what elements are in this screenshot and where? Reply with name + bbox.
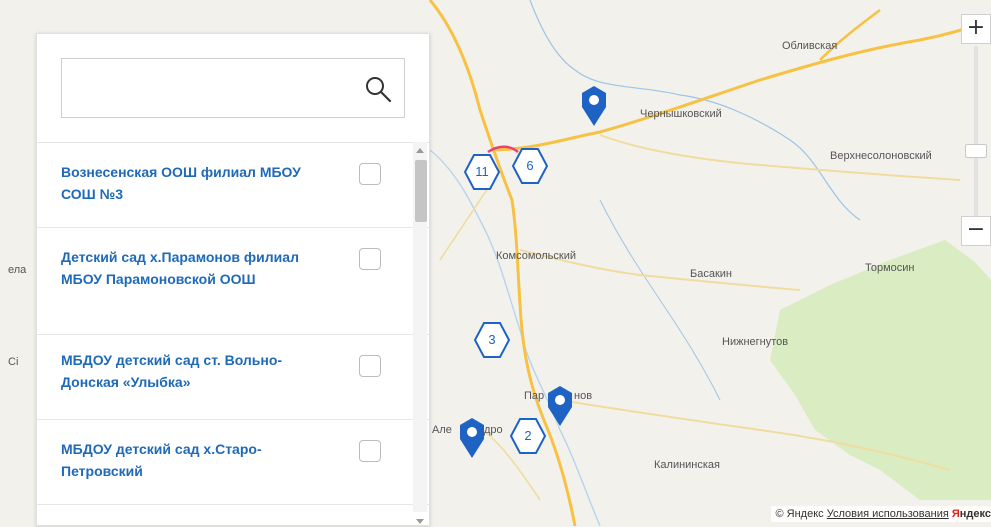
yandex-logo: Яндекс — [951, 508, 991, 520]
list-scrollbar[interactable] — [413, 142, 427, 524]
cluster-marker[interactable]: 3 — [472, 320, 512, 360]
place-label: Обливская — [782, 40, 838, 52]
list-item-title[interactable]: Детский сад х.Парамонов филиал МБОУ Пара… — [61, 246, 331, 290]
list-item[interactable]: МБДОУ детский сад ст. Вольно-Донская «Ул… — [37, 335, 429, 420]
object-list-panel: Вознесенская ООШ филиал МБОУ СОШ №3 Детс… — [36, 33, 430, 526]
zoom-in-button[interactable]: + — [961, 14, 991, 44]
list-item-checkbox[interactable] — [359, 440, 381, 462]
scrollbar-thumb[interactable] — [415, 160, 427, 222]
cluster-count: 11 — [475, 164, 489, 179]
map-pin-icon[interactable] — [580, 86, 608, 126]
cluster-count: 6 — [526, 158, 534, 173]
place-label: ела — [8, 264, 27, 276]
list-item-title[interactable]: МБДОУ детский сад ст. Вольно-Донская «Ул… — [61, 349, 331, 393]
list-item-checkbox[interactable] — [359, 248, 381, 270]
scroll-down-arrow-icon[interactable] — [416, 519, 424, 524]
terms-link[interactable]: Условия использования — [827, 508, 949, 520]
cluster-marker[interactable]: 2 — [508, 416, 548, 456]
place-label: Пар — [524, 390, 545, 402]
search-box — [61, 58, 405, 118]
zoom-track[interactable] — [974, 46, 978, 220]
list-item[interactable]: Вознесенская ООШ филиал МБОУ СОШ №3 — [37, 143, 429, 228]
place-label: дро — [484, 424, 503, 436]
place-label: Чернышковский — [640, 108, 722, 120]
place-label: Комсомольский — [496, 250, 577, 262]
cluster-marker[interactable]: 11 — [462, 152, 502, 192]
search-input[interactable] — [72, 69, 346, 109]
map-pin-icon[interactable] — [546, 386, 574, 426]
zoom-out-button[interactable]: − — [961, 216, 991, 246]
list-item-checkbox[interactable] — [359, 163, 381, 185]
cluster-marker[interactable]: 6 — [510, 146, 550, 186]
cluster-count: 3 — [488, 332, 496, 347]
map-pin-icon[interactable] — [458, 418, 486, 458]
list-item-checkbox[interactable] — [359, 355, 381, 377]
list-item-title[interactable]: Вознесенская ООШ филиал МБОУ СОШ №3 — [61, 161, 331, 205]
place-label: Басакин — [690, 268, 732, 280]
object-list[interactable]: Вознесенская ООШ филиал МБОУ СОШ №3 Детс… — [37, 142, 429, 527]
place-label: Тормосин — [865, 262, 915, 274]
list-item[interactable]: МБДОУ детский сад х.Старо-Петровский — [37, 420, 429, 505]
place-label: Верхнесолоновский — [830, 150, 932, 162]
place-label: Калининская — [654, 459, 721, 471]
zoom-control: + − — [961, 14, 991, 254]
map-copyright: © Яндекс Условия использования Яндекс — [771, 506, 991, 522]
place-label: Нижнегнутов — [722, 336, 789, 348]
search-icon[interactable] — [364, 75, 392, 103]
list-item[interactable]: Детский сад х.Парамонов филиал МБОУ Пара… — [37, 228, 429, 335]
place-label: Але — [432, 424, 452, 436]
scroll-up-arrow-icon[interactable] — [416, 148, 424, 153]
cluster-count: 2 — [524, 428, 532, 443]
copyright-text: © Яндекс — [775, 508, 824, 520]
place-label: нов — [574, 390, 593, 402]
place-label: Сі — [8, 356, 19, 368]
list-item-title[interactable]: МБДОУ детский сад х.Старо-Петровский — [61, 438, 331, 482]
zoom-slider-handle[interactable] — [965, 144, 987, 158]
